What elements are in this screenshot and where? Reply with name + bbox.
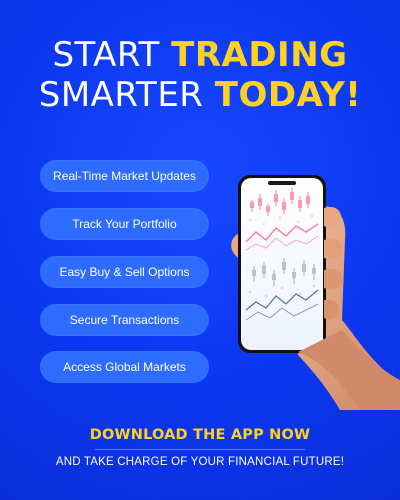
trading-app-poster: START TRADING SMARTER TODAY! Real-Time M… xyxy=(0,0,400,500)
feature-pill-global-markets: Access Global Markets xyxy=(40,351,209,383)
cta-divider xyxy=(95,449,305,450)
feature-pill-buy-sell: Easy Buy & Sell Options xyxy=(40,256,209,288)
feature-list: Real-Time Market Updates Track Your Port… xyxy=(40,160,210,385)
headline-line-2: SMARTER TODAY! xyxy=(0,75,400,115)
headline: START TRADING SMARTER TODAY! xyxy=(0,35,400,115)
headline-trading: TRADING xyxy=(171,35,348,75)
feature-pill-secure-transactions: Secure Transactions xyxy=(40,304,209,336)
feature-pill-track-portfolio: Track Your Portfolio xyxy=(40,208,209,240)
headline-start: START xyxy=(52,35,160,75)
smartphone-icon xyxy=(238,175,326,353)
headline-smarter: SMARTER xyxy=(38,75,204,116)
cta-subtitle: AND TAKE CHARGE OF YOUR FINANCIAL FUTURE… xyxy=(55,456,345,468)
phone-in-hand xyxy=(220,170,400,410)
cta-title: DOWNLOAD THE APP NOW xyxy=(89,427,311,443)
feature-pill-real-time-updates: Real-Time Market Updates xyxy=(40,160,209,192)
headline-line-1: START TRADING xyxy=(0,35,400,75)
hand-holding-phone-icon xyxy=(231,175,400,410)
headline-today: TODAY! xyxy=(214,75,362,116)
